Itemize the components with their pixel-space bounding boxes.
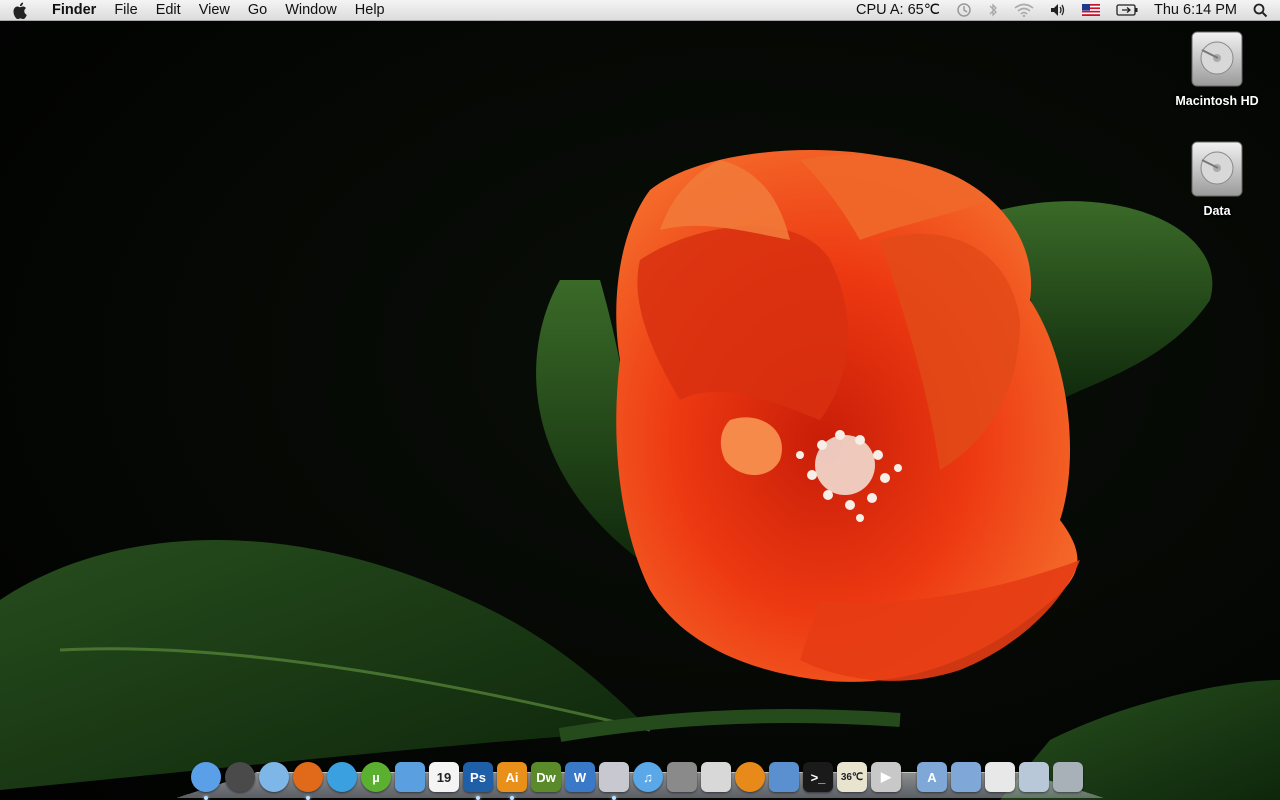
messenger-icon xyxy=(395,762,425,792)
dock-item-zip-archive[interactable] xyxy=(984,760,1016,794)
dock-item-cyberduck[interactable] xyxy=(700,760,732,794)
word-icon: W xyxy=(565,762,595,792)
dock-item-terminal[interactable]: >_ xyxy=(802,760,834,794)
dock-item-quicktime[interactable]: ▶ xyxy=(870,760,902,794)
time-machine-icon xyxy=(957,3,971,17)
spotlight-search-icon xyxy=(1253,3,1268,17)
applications-folder-icon: A xyxy=(917,762,947,792)
dock-item-photoshop[interactable]: Ps xyxy=(462,760,494,800)
bluetooth-icon xyxy=(989,3,997,17)
menu-go[interactable]: Go xyxy=(239,0,276,21)
battery-icon xyxy=(1116,4,1138,16)
dock-item-messenger[interactable] xyxy=(394,760,426,794)
menu-file[interactable]: File xyxy=(105,0,146,21)
dock-item-xcode[interactable] xyxy=(768,760,800,794)
running-indicator xyxy=(204,796,208,800)
hard-drive-icon xyxy=(1191,141,1243,197)
preview-icon xyxy=(599,762,629,792)
dashboard-icon xyxy=(225,762,255,792)
ical-icon: 19 xyxy=(429,762,459,792)
spotlight-button[interactable] xyxy=(1245,0,1280,21)
photoshop-icon: Ps xyxy=(463,762,493,792)
dock-item-firefox[interactable] xyxy=(292,760,324,800)
dock-item-media-forward[interactable] xyxy=(326,760,358,794)
menu-view[interactable]: View xyxy=(190,0,239,21)
dock: µ 19 Ps Ai Dw W ♫ >_ 36℃ ▶ A xyxy=(190,754,1084,800)
finder-icon xyxy=(191,762,221,792)
menu-edit[interactable]: Edit xyxy=(147,0,190,21)
temperature-monitor-icon: 36℃ xyxy=(837,762,867,792)
desktop-icon-data[interactable]: Data xyxy=(1167,140,1267,218)
battery-menu[interactable] xyxy=(1108,0,1146,21)
dock-item-safari[interactable] xyxy=(258,760,290,794)
flower-wallpaper-image xyxy=(0,0,1280,800)
running-indicator xyxy=(306,796,310,800)
firefox-icon xyxy=(293,762,323,792)
menu-window[interactable]: Window xyxy=(276,0,346,21)
menu-bar: Finder File Edit View Go Window Help CPU… xyxy=(0,0,1280,21)
quicktime-icon: ▶ xyxy=(871,762,901,792)
dock-item-system-preferences[interactable] xyxy=(666,760,698,794)
dock-item-vlc[interactable] xyxy=(734,760,766,794)
desktop-icon-label: Macintosh HD xyxy=(1175,94,1259,108)
menu-extras: CPU A: 65℃ Thu 6:14 PM xyxy=(848,0,1280,21)
dock-item-utorrent[interactable]: µ xyxy=(360,760,392,794)
terminal-icon: >_ xyxy=(803,762,833,792)
trash-icon xyxy=(1053,762,1083,792)
us-flag-icon xyxy=(1081,4,1100,16)
desktop-icon-label: Data xyxy=(1203,204,1231,218)
dock-item-word[interactable]: W xyxy=(564,760,596,794)
running-indicator xyxy=(612,796,616,800)
menu-finder[interactable]: Finder xyxy=(38,0,105,21)
disk-image-icon xyxy=(1019,762,1049,792)
vlc-icon xyxy=(735,762,765,792)
menu-clock[interactable]: Thu 6:14 PM xyxy=(1146,0,1245,21)
running-indicator xyxy=(476,796,480,800)
dock-item-applications-folder[interactable]: A xyxy=(916,760,948,794)
documents-folder-icon xyxy=(951,762,981,792)
media-forward-icon xyxy=(327,762,357,792)
dock-item-documents-folder[interactable] xyxy=(950,760,982,794)
dock-item-disk-image[interactable] xyxy=(1018,760,1050,794)
zip-archive-icon xyxy=(985,762,1015,792)
wifi-icon xyxy=(1014,3,1034,17)
hard-drive-icon xyxy=(1191,31,1243,87)
bluetooth-menu[interactable] xyxy=(980,0,1006,21)
dreamweaver-icon: Dw xyxy=(531,762,561,792)
desktop-icon-macintosh-hd[interactable]: Macintosh HD xyxy=(1167,30,1267,108)
dock-item-preview[interactable] xyxy=(598,760,630,800)
input-source-menu[interactable] xyxy=(1074,0,1108,21)
desktop-wallpaper xyxy=(0,0,1280,800)
volume-menu[interactable] xyxy=(1042,0,1074,21)
illustrator-icon: Ai xyxy=(497,762,527,792)
dock-item-temperature-monitor[interactable]: 36℃ xyxy=(836,760,868,794)
itunes-icon: ♫ xyxy=(633,762,663,792)
running-indicator xyxy=(510,796,514,800)
menu-help[interactable]: Help xyxy=(346,0,394,21)
cyberduck-icon xyxy=(701,762,731,792)
volume-icon xyxy=(1050,4,1065,16)
dock-item-dashboard[interactable] xyxy=(224,760,256,794)
dock-item-illustrator[interactable]: Ai xyxy=(496,760,528,800)
wifi-menu[interactable] xyxy=(1006,0,1042,21)
time-machine-menu[interactable] xyxy=(948,0,980,21)
dock-item-dreamweaver[interactable]: Dw xyxy=(530,760,562,794)
safari-icon xyxy=(259,762,289,792)
utorrent-icon: µ xyxy=(361,762,391,792)
dock-item-trash[interactable] xyxy=(1052,760,1084,794)
system-preferences-icon xyxy=(667,762,697,792)
apple-icon xyxy=(12,2,27,19)
dock-item-finder[interactable] xyxy=(190,760,222,800)
cpu-temperature[interactable]: CPU A: 65℃ xyxy=(848,0,948,21)
dock-item-ical[interactable]: 19 xyxy=(428,760,460,794)
xcode-icon xyxy=(769,762,799,792)
dock-item-itunes[interactable]: ♫ xyxy=(632,760,664,794)
apple-menu-button[interactable] xyxy=(0,0,38,21)
dock-separator xyxy=(904,764,914,794)
